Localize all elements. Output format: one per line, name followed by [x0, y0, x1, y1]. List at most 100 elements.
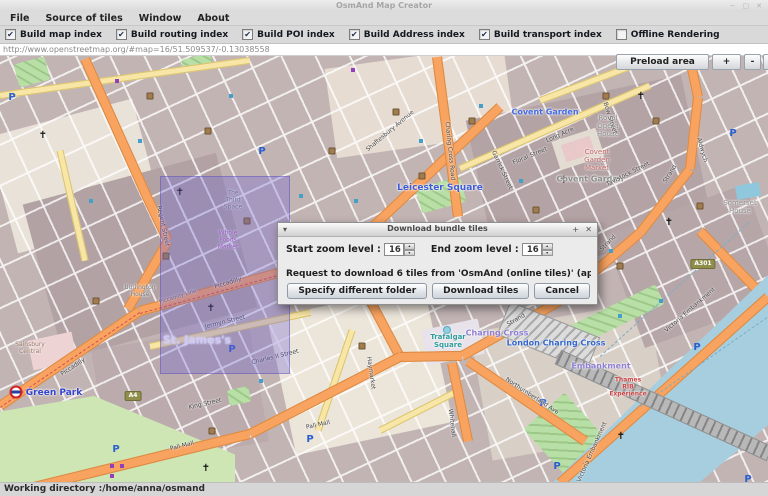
- church-icon: ✝: [202, 464, 210, 474]
- app-window: { "window": { "title": "OsmAnd Map Creat…: [0, 0, 768, 496]
- map-label-covent-garden-market: Covent Garden Market: [584, 148, 610, 172]
- theatre-icon: [110, 474, 114, 478]
- download-request-message: Request to download 6 tiles from 'OsmAnd…: [286, 269, 591, 279]
- dialog-buttons: Specify different folder Download tiles Ca…: [287, 283, 590, 299]
- checkbox-label: Offline Rendering: [631, 30, 720, 40]
- pub-icon: [393, 109, 400, 116]
- zoom-level-input[interactable]: 16: [522, 243, 542, 256]
- pub-icon: [533, 207, 540, 214]
- parking-icon: P: [744, 475, 751, 482]
- church-icon: ✝: [39, 131, 47, 141]
- shop-icon: [419, 139, 423, 143]
- map-url[interactable]: http://www.openstreetmap.org/#map=16/51.…: [3, 45, 270, 54]
- shop-icon: [659, 299, 663, 303]
- shop-icon: [138, 139, 142, 143]
- pub-icon: [617, 263, 624, 270]
- parking-icon: P: [729, 129, 736, 139]
- field-label: Start zoom level :: [286, 244, 381, 255]
- menu-item-window[interactable]: Window: [131, 13, 190, 24]
- dialog-maximize-icon[interactable]: +: [572, 224, 579, 235]
- menu-item-source-of-tiles[interactable]: Source of tiles: [37, 13, 130, 24]
- preload-area-button[interactable]: Preload area: [616, 54, 709, 70]
- checkbox-build-transport-index[interactable]: ✔ Build transport index: [479, 29, 602, 40]
- download-tiles-button[interactable]: Download tiles: [432, 283, 529, 299]
- parking-icon: P: [553, 462, 560, 472]
- dialog-title-bar[interactable]: ▾ Download bundle tiles + ✕: [278, 223, 597, 237]
- parking-icon: P: [258, 147, 265, 157]
- window-controls: −▢ ✕: [730, 1, 762, 11]
- checkbox-build-routing-index[interactable]: ✔Build routing index: [116, 29, 228, 40]
- checkbox-box[interactable]: ✔: [479, 29, 490, 40]
- working-directory-label: Working directory :/home/anna/osmand: [4, 484, 205, 494]
- pub-icon: [469, 118, 476, 125]
- menu-item-about[interactable]: About: [189, 13, 237, 24]
- checkbox-label: Build map index: [20, 30, 102, 40]
- map-label-trafalgar-square: Trafalgar Square: [430, 333, 466, 349]
- theatre-icon: [110, 464, 114, 468]
- checkbox-build-address-index[interactable]: ✔Build Address index: [349, 29, 465, 40]
- pub-icon: [329, 148, 336, 155]
- church-icon: ✝: [637, 92, 645, 102]
- window-control-icon[interactable]: ✕: [756, 1, 762, 11]
- pub-icon: [359, 343, 366, 350]
- shop-icon: [259, 379, 263, 383]
- zoom-in-button[interactable]: +: [712, 54, 741, 70]
- cancel-button[interactable]: Cancel: [534, 283, 590, 299]
- shop-icon: [354, 199, 358, 203]
- dialog-close-icon[interactable]: ✕: [585, 224, 592, 235]
- index-options-toolbar: ✔Build map index✔Build routing index✔Bui…: [0, 26, 768, 44]
- specify-different-folder-button[interactable]: Specify different folder: [287, 283, 427, 299]
- zoom-out-button[interactable]: -: [744, 54, 761, 70]
- tile-selection-overlay: [160, 176, 290, 374]
- map-label-somerset-house: Somerset House: [723, 199, 756, 215]
- checkbox-box[interactable]: ✔: [242, 29, 253, 40]
- checkbox-build-poi-index[interactable]: ✔ Build POI index: [242, 29, 335, 40]
- pub-icon: [603, 93, 610, 100]
- window-control-icon[interactable]: ▢: [743, 1, 750, 11]
- parking-icon: P: [112, 445, 119, 455]
- church-icon: ✝: [665, 218, 673, 228]
- status-bar: Working directory :/home/anna/osmand: [0, 482, 768, 496]
- zoom-level-fields: Start zoom level :16▴▾End zoom level :16…: [286, 243, 553, 256]
- pub-icon: [653, 118, 660, 125]
- shop-icon: [89, 199, 93, 203]
- map-label-london-charing-cross: London Charing Cross: [507, 338, 606, 347]
- map-label-thames-rib-experience: Thames RIB Experience: [609, 378, 646, 399]
- map-label-sainsbury-central: Sainsbury Central: [15, 342, 45, 356]
- map-label-embankment: Embankment: [571, 361, 630, 370]
- shop-icon: [299, 194, 303, 198]
- shop-icon: [479, 104, 483, 108]
- window-control-icon[interactable]: −: [730, 1, 736, 11]
- parking-icon: P: [8, 93, 15, 103]
- zoom-level-input[interactable]: 16: [384, 243, 404, 256]
- theatre-icon: [120, 464, 124, 468]
- map-label-covent-garden: Covent Garden: [511, 107, 578, 116]
- window-title: OsmAnd Map Creator: [0, 1, 768, 10]
- checkbox-box[interactable]: ✔: [116, 29, 127, 40]
- spinner-down-icon[interactable]: ▾: [404, 250, 415, 257]
- checkbox-build-map-index[interactable]: ✔ Build map index: [5, 29, 102, 40]
- theatre-icon: [351, 68, 355, 72]
- download-bundle-tiles-dialog: ▾ Download bundle tiles + ✕ Start zoom l…: [277, 222, 598, 305]
- menu-item-file[interactable]: File: [2, 13, 37, 24]
- pub-icon: [205, 128, 212, 135]
- dialog-title: Download bundle tiles: [278, 224, 597, 233]
- checkbox-label: Build POI index: [257, 30, 335, 40]
- end-zoom-level-field: End zoom level :16▴▾: [431, 243, 553, 256]
- road: [400, 351, 462, 362]
- checkbox-box[interactable]: ✔: [5, 29, 16, 40]
- metro-icon: [10, 386, 23, 399]
- checkbox-label: Build transport index: [494, 30, 602, 40]
- shop-icon: [519, 179, 523, 183]
- parking-icon: P: [693, 343, 700, 353]
- checkbox-box[interactable]: ✔: [349, 29, 360, 40]
- zoom-extra-button[interactable]: +: [763, 54, 768, 70]
- field-label: End zoom level :: [431, 244, 519, 255]
- spinner-down-icon[interactable]: ▾: [542, 250, 553, 257]
- checkbox-offline-rendering[interactable]: Offline Rendering: [616, 29, 720, 40]
- church-icon: ✝: [617, 432, 625, 442]
- theatre-icon: [115, 79, 119, 83]
- map-label-charing-cross: Charing Cross: [466, 328, 529, 337]
- checkbox-box[interactable]: [616, 29, 627, 40]
- shop-icon: [609, 249, 613, 253]
